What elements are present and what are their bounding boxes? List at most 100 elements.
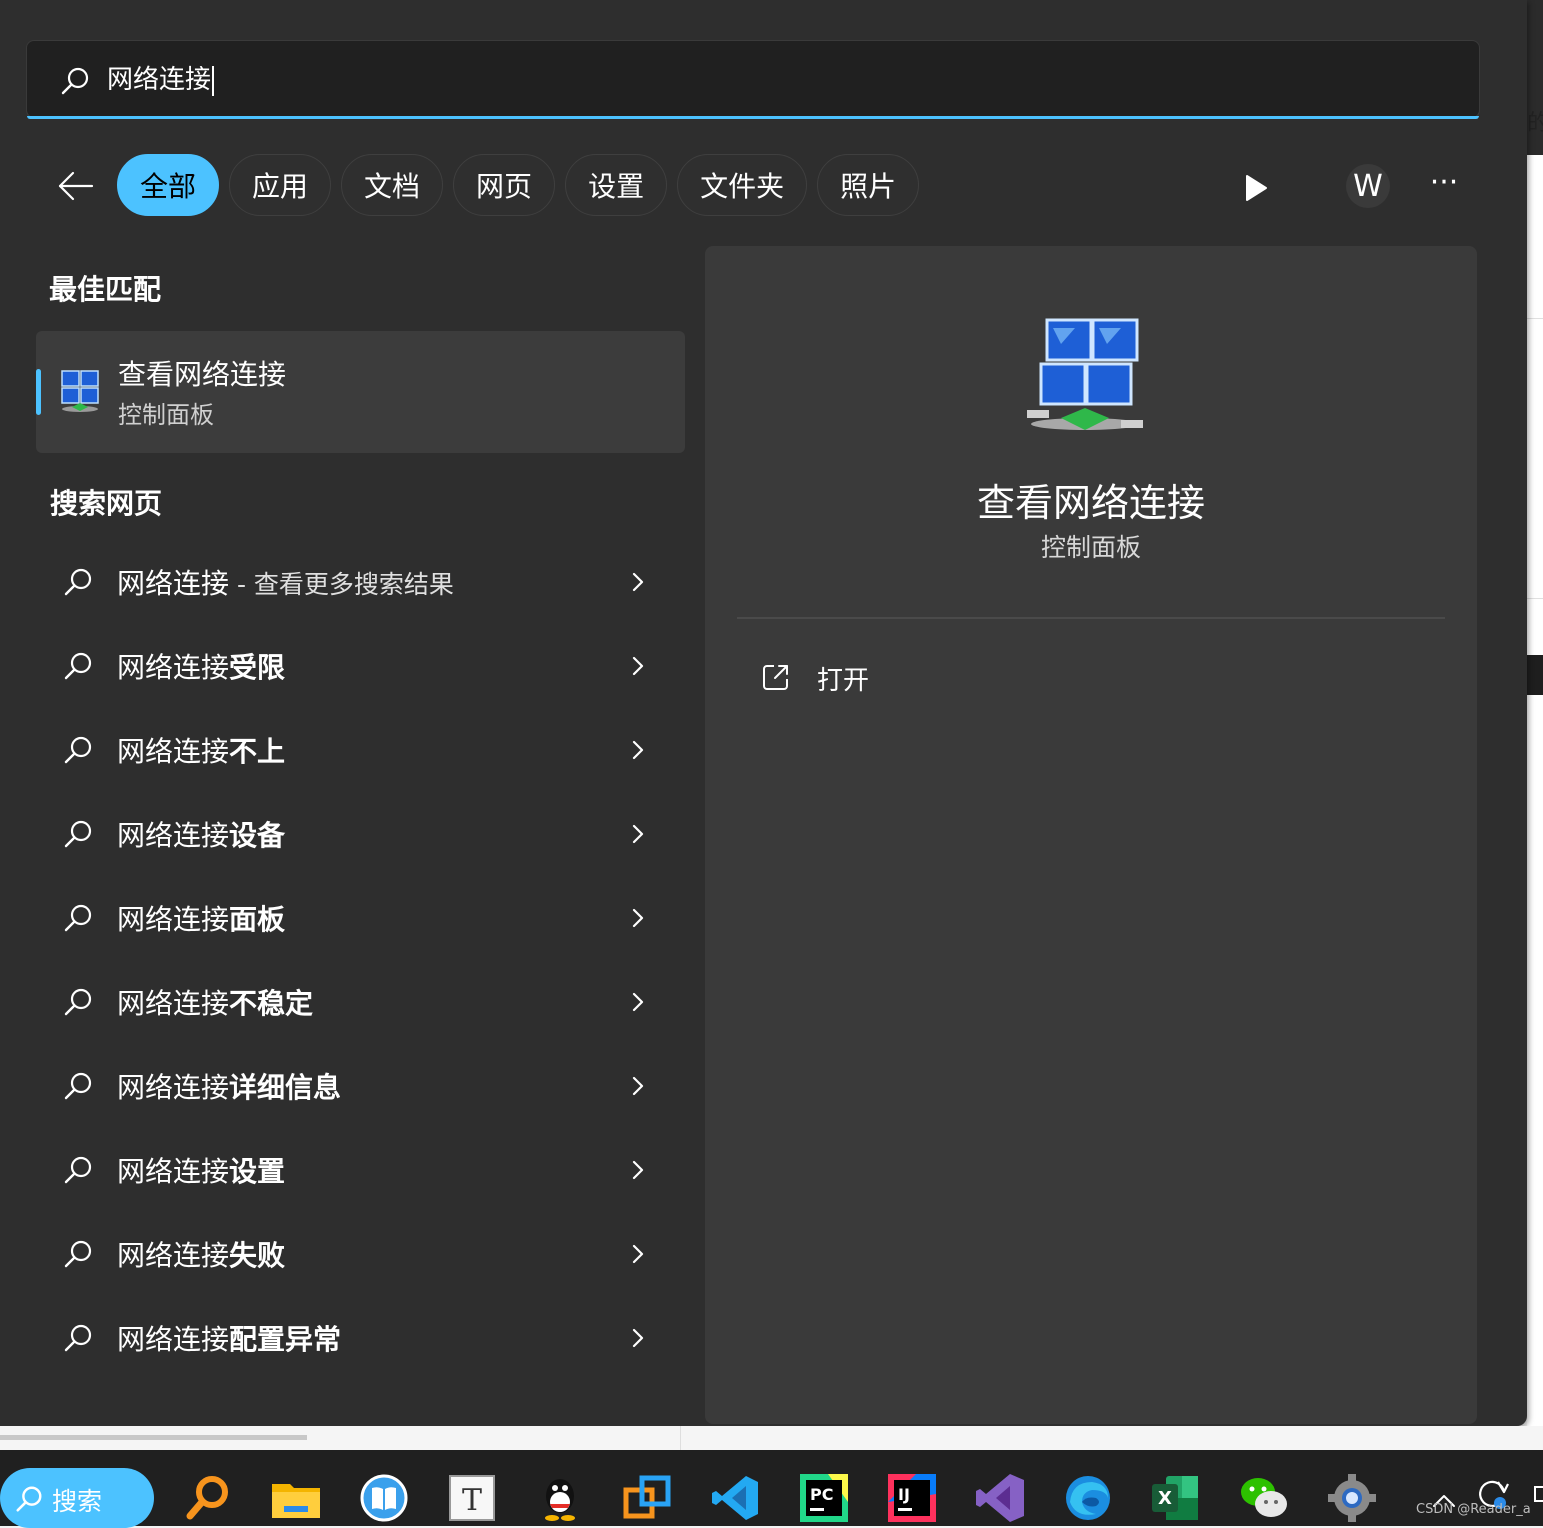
web-search-item-label: 网络连接受限 (117, 651, 286, 684)
excel-icon[interactable]: X (1150, 1472, 1202, 1524)
web-search-heading: 搜索网页 (50, 487, 163, 520)
detail-divider (737, 617, 1445, 619)
best-match-heading: 最佳匹配 (49, 273, 162, 306)
taskbar: 搜索 T PC IJ X CSDN @Reader_a (0, 1450, 1543, 1528)
web-search-item[interactable]: 网络连接设备 (36, 792, 685, 876)
search-icon (64, 820, 92, 848)
best-match-subtitle: 控制面板 (118, 401, 214, 429)
web-search-item[interactable]: 网络连接面板 (36, 876, 685, 960)
search-box-focus-underline (27, 116, 1479, 119)
detail-pane: 查看网络连接 控制面板 打开 (705, 246, 1477, 1424)
web-search-item[interactable]: 网络连接 - 查看更多搜索结果 (36, 540, 685, 624)
intellij-icon[interactable]: IJ (886, 1472, 938, 1524)
wechat-icon[interactable] (1238, 1472, 1290, 1524)
web-search-item[interactable]: 网络连接详细信息 (36, 1044, 685, 1128)
edge-icon[interactable] (1062, 1472, 1114, 1524)
account-avatar[interactable]: W (1346, 164, 1390, 208)
background-divider (680, 1426, 681, 1450)
chevron-right-icon (632, 908, 644, 928)
background-window-text: 的 (1527, 111, 1543, 136)
search-icon (61, 67, 89, 95)
filter-chip-folders[interactable]: 文件夹 (677, 154, 808, 216)
search-icon (16, 1486, 42, 1512)
chevron-right-icon (632, 740, 644, 760)
chevron-right-icon (632, 656, 644, 676)
chevron-right-icon (632, 824, 644, 844)
web-search-item-label: 网络连接设备 (117, 819, 286, 852)
background-window-bar (1527, 655, 1543, 695)
background-divider (1527, 318, 1543, 319)
vscode-icon[interactable] (710, 1472, 762, 1524)
search-icon (64, 904, 92, 932)
web-search-item-label: 网络连接配置异常 (117, 1323, 342, 1356)
search-app-icon[interactable] (182, 1472, 234, 1524)
chevron-right-icon (632, 1244, 644, 1264)
text-caret (212, 65, 215, 96)
svg-text:T: T (462, 1483, 482, 1518)
qq-icon[interactable] (534, 1472, 586, 1524)
web-search-item-label: 网络连接 - 查看更多搜索结果 (117, 567, 454, 600)
web-search-item-label: 网络连接失败 (117, 1239, 286, 1272)
filter-chip-documents[interactable]: 文档 (341, 154, 444, 216)
taskbar-search-label: 搜索 (52, 1487, 103, 1516)
filter-chip-all[interactable]: 全部 (117, 154, 220, 216)
web-search-item-label: 网络连接不上 (117, 735, 286, 768)
tray-edge-icon[interactable] (1534, 1486, 1543, 1502)
pycharm-icon[interactable]: PC (798, 1472, 850, 1524)
svg-text:X: X (1158, 1488, 1172, 1509)
search-input[interactable]: 网络连接 (107, 61, 215, 99)
best-match-title: 查看网络连接 (118, 358, 287, 391)
open-external-icon[interactable] (761, 662, 791, 692)
filter-chip-web[interactable]: 网页 (453, 154, 556, 216)
search-box[interactable]: 网络连接 (26, 40, 1480, 119)
filter-chips: 全部 应用 文档 网页 设置 文件夹 照片 (117, 154, 920, 216)
back-arrow-icon[interactable] (54, 165, 96, 207)
play-icon[interactable] (1236, 168, 1276, 208)
taskbar-search-button[interactable]: 搜索 (0, 1468, 154, 1528)
search-icon (64, 1072, 92, 1100)
remote-desktop-icon[interactable] (622, 1472, 674, 1524)
search-icon (64, 568, 92, 596)
more-options-icon[interactable]: ··· (1424, 168, 1464, 208)
web-search-item[interactable]: 网络连接受限 (36, 624, 685, 708)
search-icon (64, 1156, 92, 1184)
web-search-item-label: 网络连接面板 (117, 903, 286, 936)
background-scrollbar (0, 1435, 307, 1440)
search-flyout: 网络连接 全部 应用 文档 网页 设置 文件夹 照片 W ··· 最佳匹配 查看… (0, 0, 1527, 1426)
chevron-right-icon (632, 992, 644, 1012)
filter-chip-settings[interactable]: 设置 (565, 154, 668, 216)
web-search-item[interactable]: 网络连接设置 (36, 1128, 685, 1212)
search-icon (64, 988, 92, 1016)
search-icon (64, 1240, 92, 1268)
open-action[interactable]: 打开 (817, 660, 869, 697)
detail-subtitle: 控制面板 (1040, 533, 1141, 562)
network-connections-icon (61, 370, 99, 412)
network-connections-icon (1027, 318, 1143, 430)
filter-chip-photos[interactable]: 照片 (817, 154, 920, 216)
svg-text:IJ: IJ (898, 1485, 910, 1504)
web-search-item-label: 网络连接详细信息 (117, 1071, 342, 1104)
chevron-right-icon (632, 572, 644, 592)
web-search-item[interactable]: 网络连接失败 (36, 1212, 685, 1296)
web-search-item[interactable]: 网络连接不稳定 (36, 960, 685, 1044)
file-explorer-icon[interactable] (270, 1472, 322, 1524)
selection-indicator (36, 369, 41, 415)
background-window-strip (0, 1426, 1543, 1450)
web-search-item-label: 网络连接设置 (117, 1155, 286, 1188)
settings-icon[interactable] (1326, 1472, 1378, 1524)
web-search-item[interactable]: 网络连接不上 (36, 708, 685, 792)
visual-studio-icon[interactable] (974, 1472, 1026, 1524)
search-icon (64, 652, 92, 680)
search-icon (64, 1324, 92, 1352)
filter-chip-apps[interactable]: 应用 (229, 154, 332, 216)
chevron-right-icon (632, 1160, 644, 1180)
chevron-right-icon (632, 1076, 644, 1096)
reader-app-icon[interactable] (358, 1472, 410, 1524)
typora-icon[interactable]: T (446, 1472, 498, 1524)
web-search-item[interactable]: 网络连接配置异常 (36, 1296, 685, 1380)
background-window-edge: 的 (1527, 0, 1543, 1450)
chevron-right-icon (632, 1328, 644, 1348)
watermark-text: CSDN @Reader_a (1416, 1502, 1531, 1517)
best-match-result[interactable]: 查看网络连接 控制面板 (36, 331, 685, 453)
web-search-list: 网络连接 - 查看更多搜索结果 网络连接受限 网络连接不上 网络连接设备 网络连… (36, 540, 685, 1380)
